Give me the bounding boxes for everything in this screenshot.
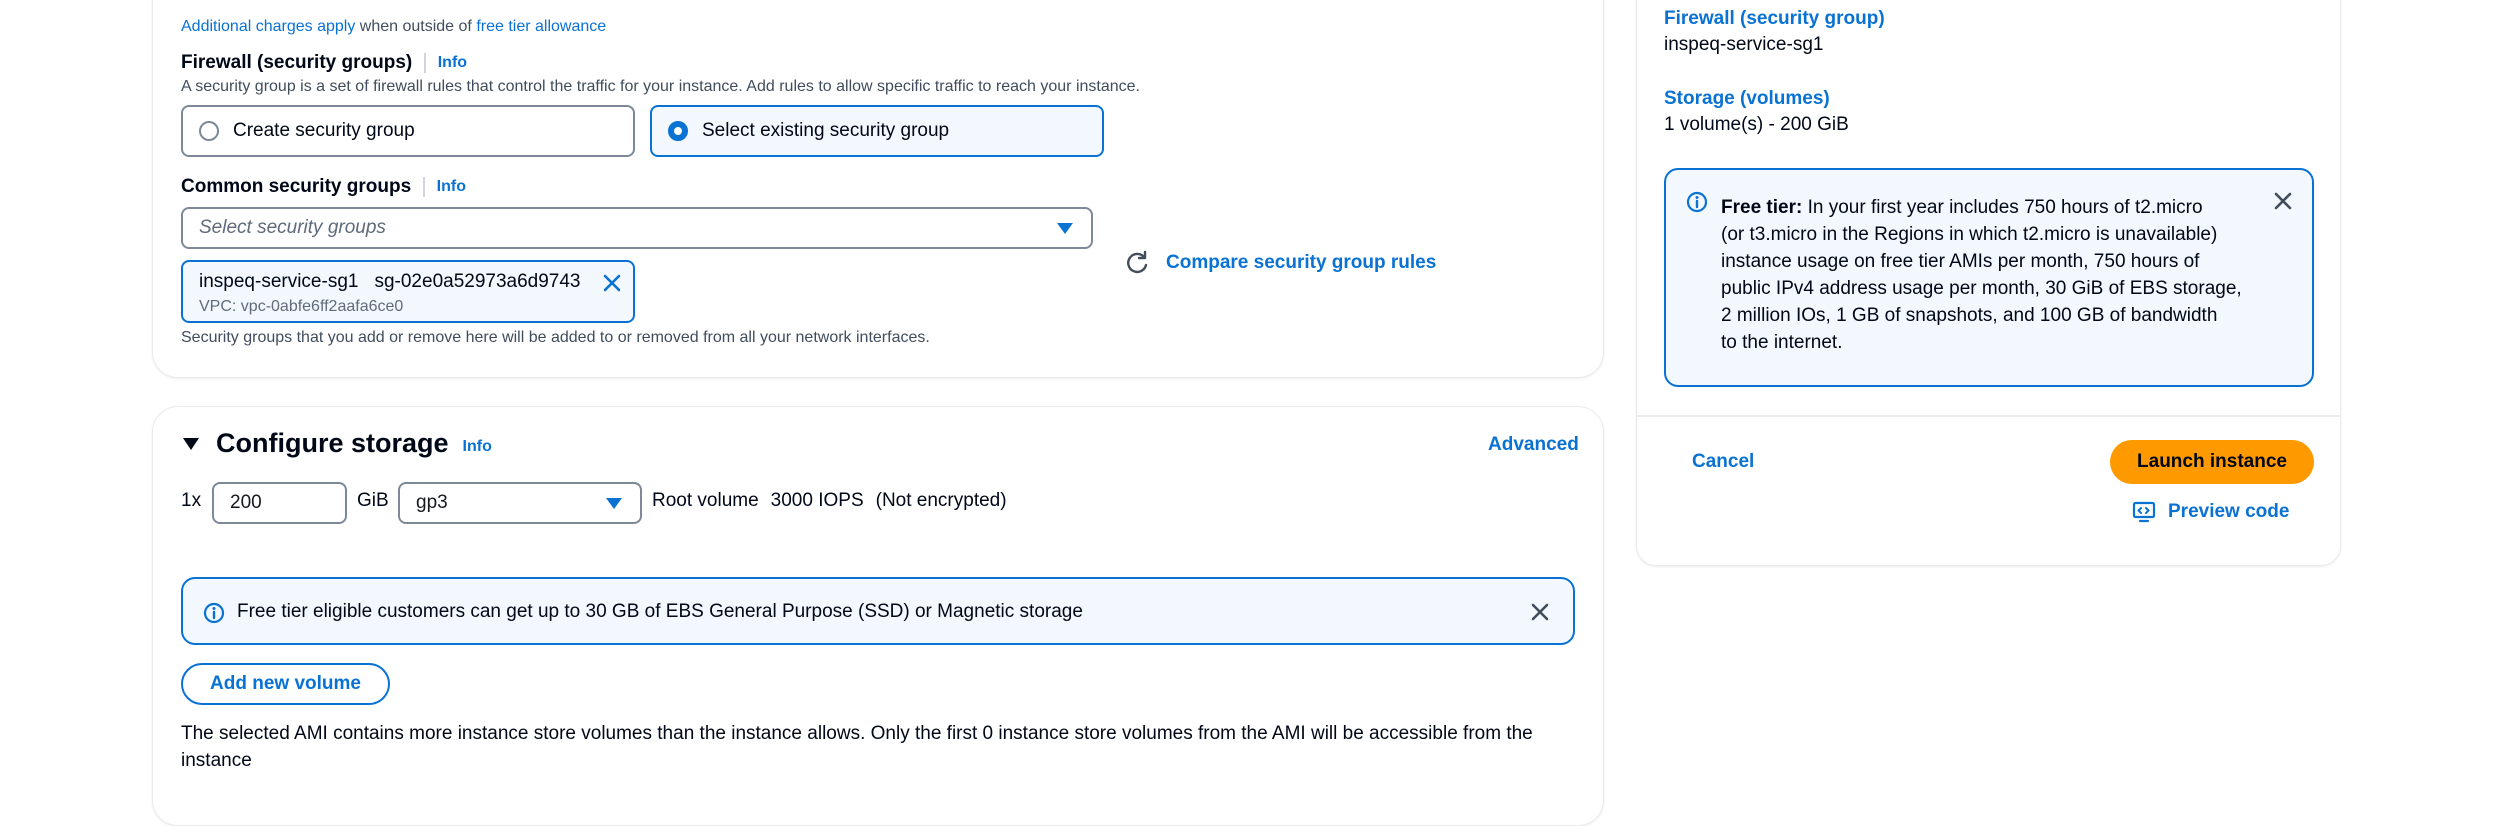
compare-rules-label: Compare security group rules bbox=[1166, 252, 1437, 273]
add-new-volume-button[interactable]: Add new volume bbox=[181, 663, 390, 705]
firewall-label: Firewall (security groups) bbox=[181, 52, 413, 73]
volume-type-value: gp3 bbox=[416, 492, 448, 513]
storage-info-link[interactable]: Info bbox=[463, 438, 492, 456]
create-sg-label: Create security group bbox=[233, 120, 415, 141]
token-vpc: VPC: vpc-0abfe6ff2aafa6ce0 bbox=[199, 298, 404, 315]
select-existing-security-group-option[interactable]: Select existing security group bbox=[650, 105, 1104, 157]
divider bbox=[423, 177, 425, 197]
info-icon bbox=[203, 602, 225, 624]
volume-size-input[interactable]: 200 bbox=[212, 482, 347, 524]
preview-code-label: Preview code bbox=[2168, 501, 2290, 522]
free-tier-allowance-link[interactable]: free tier allowance bbox=[476, 18, 606, 35]
close-icon[interactable] bbox=[1529, 601, 1551, 623]
firewall-description: A security group is a set of firewall ru… bbox=[181, 78, 1140, 95]
firewall-label-row: Firewall (security groups) Info bbox=[181, 52, 467, 74]
charges-note-mid: when outside of bbox=[355, 18, 477, 35]
common-sg-info-link[interactable]: Info bbox=[437, 178, 466, 196]
free-tier-info-alert: Free tier: In your first year includes 7… bbox=[1664, 168, 2314, 387]
compare-rules-button[interactable]: Compare security group rules bbox=[1124, 250, 1436, 276]
free-tier-text: Free tier: In your first year includes 7… bbox=[1721, 194, 2261, 356]
preview-code-icon bbox=[2132, 501, 2156, 523]
dismiss-free-tier-alert-button[interactable] bbox=[2272, 190, 2294, 212]
create-sg-radio[interactable] bbox=[199, 121, 219, 141]
additional-charges-link[interactable]: Additional charges apply bbox=[181, 18, 355, 35]
firewall-info-link[interactable]: Info bbox=[438, 54, 467, 72]
free-tier-line: 2 million IOs, 1 GB of snapshots, and 10… bbox=[1721, 305, 2218, 326]
volume-details: Root volume 3000 IOPS (Not encrypted) bbox=[652, 490, 1007, 512]
summary-firewall-value: inspeq-service-sg1 bbox=[1664, 34, 1824, 55]
divider bbox=[424, 53, 426, 73]
encryption-status: (Not encrypted) bbox=[875, 490, 1007, 511]
caret-down-expanded-icon[interactable] bbox=[181, 435, 201, 453]
summary-storage-link[interactable]: Storage (volumes) bbox=[1664, 88, 1830, 110]
charges-note: Additional charges apply when outside of… bbox=[181, 18, 606, 36]
caret-down-icon bbox=[606, 498, 622, 509]
volume-count: 1x bbox=[181, 490, 202, 511]
free-tier-line: to the internet. bbox=[1721, 332, 1843, 353]
free-tier-line: instance usage on free tier AMIs per mon… bbox=[1721, 251, 2200, 272]
dismiss-storage-alert-button[interactable] bbox=[1529, 601, 1551, 623]
close-icon[interactable] bbox=[601, 272, 623, 294]
storage-free-tier-alert: Free tier eligible customers can get up … bbox=[181, 577, 1575, 645]
security-groups-placeholder: Select security groups bbox=[199, 217, 386, 238]
launch-instance-button[interactable]: Launch instance bbox=[2110, 440, 2314, 484]
select-existing-sg-radio[interactable] bbox=[668, 121, 688, 141]
storage-header: Configure storage Info bbox=[181, 428, 492, 459]
token-name: inspeq-service-sg1 sg-02e0a52973a6d9743 bbox=[199, 271, 581, 293]
security-groups-select[interactable]: Select security groups bbox=[181, 207, 1093, 249]
security-groups-note: Security groups that you add or remove h… bbox=[181, 329, 930, 346]
token-sg-name: inspeq-service-sg1 bbox=[199, 271, 359, 292]
preview-code-button[interactable]: Preview code bbox=[2132, 500, 2289, 524]
free-tier-line: Free tier: In your first year includes 7… bbox=[1721, 194, 2261, 221]
security-group-token: inspeq-service-sg1 sg-02e0a52973a6d9743 V… bbox=[181, 260, 635, 323]
free-tier-line: (or t3.micro in the Regions in which t2.… bbox=[1721, 224, 2218, 245]
common-sg-label-row: Common security groups Info bbox=[181, 176, 466, 198]
summary-storage-value: 1 volume(s) - 200 GiB bbox=[1664, 114, 1849, 135]
select-existing-sg-label: Select existing security group bbox=[702, 120, 950, 141]
root-volume-label: Root volume bbox=[652, 490, 759, 511]
advanced-link[interactable]: Advanced bbox=[1488, 434, 1579, 456]
free-tier-bold: Free tier: bbox=[1721, 197, 1803, 218]
free-tier-line: public IPv4 address usage per month, 30 … bbox=[1721, 278, 2242, 299]
cancel-button[interactable]: Cancel bbox=[1692, 451, 1754, 473]
volume-size-value: 200 bbox=[230, 492, 262, 513]
remove-token-button[interactable] bbox=[601, 272, 623, 294]
iops-value: 3000 IOPS bbox=[770, 490, 864, 511]
storage-title: Configure storage bbox=[216, 428, 449, 458]
refresh-icon bbox=[1127, 250, 1148, 274]
storage-alert-text: Free tier eligible customers can get up … bbox=[237, 601, 1083, 622]
token-sg-id: sg-02e0a52973a6d9743 bbox=[374, 271, 581, 292]
close-icon[interactable] bbox=[2272, 190, 2294, 212]
create-security-group-option[interactable]: Create security group bbox=[181, 105, 635, 157]
volume-type-select[interactable]: gp3 bbox=[398, 482, 642, 524]
volume-size-unit: GiB bbox=[357, 490, 389, 511]
free-tier-line-text: In your first year includes 750 hours of… bbox=[1802, 197, 2203, 218]
common-sg-label: Common security groups bbox=[181, 176, 412, 197]
summary-firewall-link[interactable]: Firewall (security group) bbox=[1664, 8, 1885, 30]
caret-down-icon bbox=[1057, 223, 1073, 234]
summary-divider bbox=[1637, 415, 2340, 417]
info-icon bbox=[1686, 191, 1708, 213]
